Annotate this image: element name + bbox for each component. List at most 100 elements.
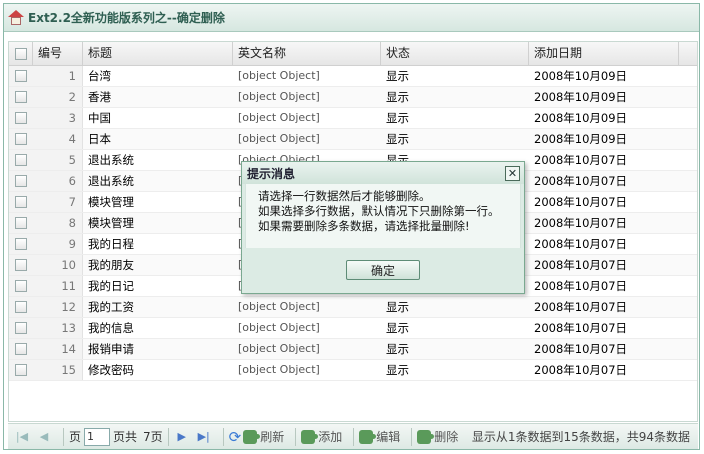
delete-button[interactable]: 删除: [417, 428, 458, 445]
row-english-name: [object Object]: [238, 321, 320, 334]
column-header-english-name[interactable]: 英文名称: [233, 42, 381, 65]
column-header-number[interactable]: 编号: [33, 42, 83, 65]
row-number: 1: [33, 66, 83, 86]
row-filler: [679, 108, 697, 128]
row-filler: [679, 150, 697, 170]
row-number: 11: [33, 276, 83, 296]
row-number: 2: [33, 87, 83, 107]
last-page-icon[interactable]: ▶|: [196, 429, 212, 445]
row-checkbox[interactable]: [9, 108, 33, 128]
row-checkbox[interactable]: [9, 150, 33, 170]
row-checkbox[interactable]: [9, 192, 33, 212]
first-page-icon[interactable]: |◀: [14, 429, 30, 445]
row-checkbox[interactable]: [9, 129, 33, 149]
row-title: 我的信息: [88, 321, 134, 335]
add-label: 添加: [318, 430, 343, 444]
total-pages-label: 7页: [143, 430, 163, 444]
prev-page-icon[interactable]: ◀: [36, 429, 52, 445]
toolbar-separator: [63, 427, 64, 446]
table-row[interactable]: 4 日本 [object Object] 显示 2008年10月09日: [9, 129, 697, 150]
column-header-status[interactable]: 状态: [381, 42, 529, 65]
row-filler: [679, 234, 697, 254]
row-date: 2008年10月09日: [534, 132, 628, 146]
ok-button[interactable]: 确定: [346, 260, 420, 280]
table-row[interactable]: 15 修改密码 [object Object] 显示 2008年10月07日: [9, 360, 697, 381]
row-filler: [679, 192, 697, 212]
puzzle-icon: [417, 429, 435, 444]
row-title: 退出系统: [88, 174, 134, 188]
row-checkbox[interactable]: [9, 276, 33, 296]
column-header-date[interactable]: 添加日期: [529, 42, 679, 65]
row-filler: [679, 129, 697, 149]
row-date: 2008年10月07日: [534, 174, 628, 188]
row-date: 2008年10月09日: [534, 111, 628, 125]
row-checkbox[interactable]: [9, 66, 33, 86]
row-checkbox[interactable]: [9, 87, 33, 107]
table-row[interactable]: 13 我的信息 [object Object] 显示 2008年10月07日: [9, 318, 697, 339]
row-number: 9: [33, 234, 83, 254]
table-row[interactable]: 1 台湾 [object Object] 显示 2008年10月09日: [9, 66, 697, 87]
page-of-label: 页共: [113, 430, 138, 444]
row-checkbox[interactable]: [9, 318, 33, 338]
row-checkbox[interactable]: [9, 339, 33, 359]
next-page-icon[interactable]: ▶: [174, 429, 190, 445]
page-number-input[interactable]: 1: [84, 427, 111, 446]
row-title: 我的工资: [88, 300, 134, 314]
row-title: 我的朋友: [88, 258, 134, 272]
row-number: 7: [33, 192, 83, 212]
row-english-name: [object Object]: [238, 69, 320, 82]
row-filler: [679, 276, 697, 296]
row-date: 2008年10月07日: [534, 321, 628, 335]
page-label: 页: [69, 430, 82, 444]
close-icon[interactable]: ✕: [505, 165, 520, 181]
dialog-title: 提示消息: [247, 166, 296, 181]
row-date: 2008年10月07日: [534, 258, 628, 272]
row-date: 2008年10月07日: [534, 237, 628, 251]
dialog-line: 如果选择多行数据，默认情况下只删除第一行。: [258, 204, 500, 218]
table-row[interactable]: 2 香港 [object Object] 显示 2008年10月09日: [9, 87, 697, 108]
row-checkbox[interactable]: [9, 297, 33, 317]
delete-label: 删除: [434, 430, 459, 444]
puzzle-icon: [243, 429, 261, 444]
row-status: 显示: [386, 69, 409, 83]
row-number: 4: [33, 129, 83, 149]
row-checkbox[interactable]: [9, 171, 33, 191]
row-checkbox[interactable]: [9, 360, 33, 380]
row-title: 模块管理: [88, 195, 134, 209]
paging-status: 显示从1条数据到15条数据，共94条数据: [471, 430, 690, 444]
row-checkbox[interactable]: [9, 234, 33, 254]
row-title: 模块管理: [88, 216, 134, 230]
row-checkbox[interactable]: [9, 255, 33, 275]
row-number: 3: [33, 108, 83, 128]
row-filler: [679, 360, 697, 380]
toolbar-separator: [411, 427, 413, 446]
row-english-name: [object Object]: [238, 342, 320, 355]
refresh-icon: ⟳: [228, 427, 242, 446]
row-status: 显示: [386, 90, 409, 104]
row-checkbox[interactable]: [9, 213, 33, 233]
row-english-name: [object Object]: [238, 363, 320, 376]
toolbar-separator: [167, 427, 169, 446]
row-filler: [679, 339, 697, 359]
dialog-message: 请选择一行数据然后才能够删除。 如果选择多行数据，默认情况下只删除第一行。 如果…: [245, 184, 521, 248]
select-all-checkbox[interactable]: [9, 42, 33, 65]
row-status: 显示: [386, 321, 409, 335]
table-row[interactable]: 3 中国 [object Object] 显示 2008年10月09日: [9, 108, 697, 129]
grid-header: 编号 标题 英文名称 状态 添加日期: [9, 42, 697, 66]
add-button[interactable]: 添加: [301, 428, 342, 445]
row-date: 2008年10月07日: [534, 195, 628, 209]
message-dialog: 提示消息 ✕ 请选择一行数据然后才能够删除。 如果选择多行数据，默认情况下只删除…: [241, 161, 525, 294]
row-title: 报销申请: [88, 342, 134, 356]
home-icon: [8, 9, 24, 26]
row-english-name: [object Object]: [238, 90, 320, 103]
refresh-button[interactable]: ⟳ 刷新: [229, 428, 285, 446]
row-date: 2008年10月09日: [534, 69, 628, 83]
row-number: 6: [33, 171, 83, 191]
row-date: 2008年10月07日: [534, 342, 628, 356]
table-row[interactable]: 12 我的工资 [object Object] 显示 2008年10月07日: [9, 297, 697, 318]
column-header-title[interactable]: 标题: [83, 42, 233, 65]
toolbar-separator: [353, 427, 355, 446]
edit-button[interactable]: 编辑: [359, 428, 400, 445]
dialog-footer: 确定: [242, 248, 524, 292]
table-row[interactable]: 14 报销申请 [object Object] 显示 2008年10月07日: [9, 339, 697, 360]
